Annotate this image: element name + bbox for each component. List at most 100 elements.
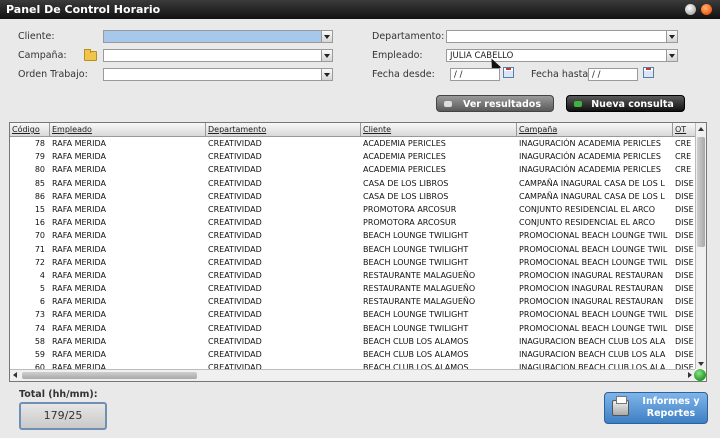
chevron-down-icon[interactable] (321, 69, 332, 80)
fecha-desde-input[interactable]: / / (450, 68, 500, 81)
cell-departamento: CREATIVIDAD (208, 284, 262, 294)
cell-ot: DISE (675, 310, 694, 320)
cell-empleado: RAFA MERIDA (52, 204, 106, 214)
table-row[interactable]: 72 RAFA MERIDA CREATIVIDAD BEACH LOUNGE TWI… (10, 256, 695, 269)
vertical-scroll-thumb[interactable] (697, 137, 705, 247)
cell-cliente: PROMOTORA ARCOSUR (363, 218, 457, 228)
table-row[interactable]: 79 RAFA MERIDA CREATIVIDAD ACADEMIA PERICLE… (10, 150, 695, 163)
nueva-consulta-button[interactable]: Nueva consulta (566, 95, 685, 112)
cell-campana: PROMOCION INAGURAL RESTAURAN (519, 284, 664, 294)
cell-departamento: CREATIVIDAD (208, 297, 262, 307)
fecha-hasta-value: / / (592, 70, 601, 80)
folder-icon[interactable] (84, 49, 97, 61)
table-row[interactable]: 74 RAFA MERIDA CREATIVIDAD BEACH LOUNGE TWI… (10, 322, 695, 335)
calendar-icon[interactable] (643, 67, 654, 78)
cell-empleado: RAFA MERIDA (52, 336, 106, 346)
chevron-down-icon[interactable] (321, 31, 332, 42)
cell-empleado: RAFA MERIDA (52, 152, 106, 162)
cell-empleado: RAFA MERIDA (52, 257, 106, 267)
cell-cliente: BEACH LOUNGE TWILIGHT (363, 257, 469, 267)
table-row[interactable]: 71 RAFA MERIDA CREATIVIDAD BEACH LOUNGE TWI… (10, 243, 695, 256)
table-row[interactable]: 73 RAFA MERIDA CREATIVIDAD BEACH LOUNGE TWI… (10, 308, 695, 321)
cell-ot: DISE (675, 350, 694, 359)
cell-ot: DISE (675, 270, 694, 280)
cell-departamento: CREATIVIDAD (208, 350, 262, 359)
chevron-down-icon[interactable] (321, 50, 332, 61)
table-row[interactable]: 59 RAFA MERIDA CREATIVIDAD BEACH CLUB LOS A… (10, 348, 695, 361)
column-header-cliente[interactable]: Cliente (361, 123, 517, 136)
total-value-box: 179/25 (19, 402, 107, 430)
cell-departamento: CREATIVIDAD (208, 165, 262, 175)
cell-codigo: 72 (34, 257, 45, 267)
table-row[interactable]: 78 RAFA MERIDA CREATIVIDAD ACADEMIA PERICLE… (10, 137, 695, 150)
cell-campana: PROMOCION INAGURAL RESTAURAN (519, 270, 664, 280)
horizontal-scrollbar[interactable] (10, 369, 695, 381)
campana-select[interactable] (103, 49, 333, 62)
results-table[interactable]: Código Empleado Departamento Cliente Cam… (9, 122, 707, 382)
cell-ot: DISE (675, 231, 694, 241)
empleado-select[interactable]: JULIA CABELLO (446, 49, 678, 62)
window-title: Panel De Control Horario (6, 3, 161, 16)
ver-resultados-button[interactable]: Ver resultados (436, 95, 554, 112)
cell-codigo: 74 (34, 323, 45, 333)
scroll-up-icon[interactable] (698, 127, 704, 131)
cell-empleado: RAFA MERIDA (52, 310, 106, 320)
ver-resultados-label: Ver resultados (462, 99, 541, 110)
cell-cliente: PROMOTORA ARCOSUR (363, 204, 457, 214)
cliente-select[interactable] (103, 30, 333, 43)
cell-campana: PROMOCIONAL BEACH LOUNGE TWIL (519, 257, 668, 267)
cell-campana: INAGURACIÓN ACADEMIA PERICLES (519, 139, 661, 148)
fecha-hasta-input[interactable]: / / (588, 68, 638, 81)
column-header-campana[interactable]: Campaña (517, 123, 673, 136)
cell-empleado: RAFA MERIDA (52, 218, 106, 228)
column-header-ot[interactable]: OT (673, 123, 695, 136)
table-row[interactable]: 85 RAFA MERIDA CREATIVIDAD CASA DE LOS LIBR… (10, 177, 695, 190)
scroll-right-icon[interactable] (688, 372, 692, 378)
chevron-down-icon[interactable] (666, 50, 677, 61)
column-header-departamento[interactable]: Departamento (206, 123, 361, 136)
column-header-codigo[interactable]: Código (10, 123, 50, 136)
cell-empleado: RAFA MERIDA (52, 244, 106, 254)
table-row[interactable]: 16 RAFA MERIDA CREATIVIDAD PROMOTORA ARCOSU… (10, 216, 695, 229)
close-icon[interactable] (701, 4, 712, 15)
cell-cliente: ACADEMIA PERICLES (363, 152, 446, 162)
informes-reportes-button[interactable]: Informes y Reportes (604, 392, 708, 424)
table-row[interactable]: 15 RAFA MERIDA CREATIVIDAD PROMOTORA ARCOSU… (10, 203, 695, 216)
orden-trabajo-select[interactable] (103, 68, 333, 81)
cell-cliente: BEACH LOUNGE TWILIGHT (363, 231, 469, 241)
cell-codigo: 79 (34, 152, 45, 162)
cell-codigo: 6 (39, 297, 45, 307)
calendar-icon[interactable] (503, 67, 514, 78)
cell-ot: DISE (675, 178, 694, 188)
cell-cliente: BEACH CLUB LOS ALAMOS (363, 350, 469, 359)
table-row[interactable]: 5 RAFA MERIDA CREATIVIDAD RESTAURANTE MALAG… (10, 282, 695, 295)
cell-departamento: CREATIVIDAD (208, 257, 262, 267)
table-row[interactable]: 70 RAFA MERIDA CREATIVIDAD BEACH LOUNGE TWI… (10, 229, 695, 242)
scroll-left-icon[interactable] (13, 372, 17, 378)
cell-codigo: 16 (34, 218, 45, 228)
cell-empleado: RAFA MERIDA (52, 165, 106, 175)
nueva-consulta-label: Nueva consulta (591, 99, 674, 110)
cell-ot: DISE (675, 191, 694, 201)
scroll-down-icon[interactable] (698, 362, 704, 366)
cell-codigo: 71 (34, 244, 45, 254)
window-title-bar: Panel De Control Horario (0, 0, 720, 19)
column-header-empleado[interactable]: Empleado (50, 123, 206, 136)
cell-departamento: CREATIVIDAD (208, 270, 262, 280)
vertical-scrollbar[interactable] (695, 123, 706, 369)
cell-empleado: RAFA MERIDA (52, 323, 106, 333)
table-row[interactable]: 80 RAFA MERIDA CREATIVIDAD ACADEMIA PERICLE… (10, 163, 695, 176)
cell-departamento: CREATIVIDAD (208, 204, 262, 214)
refresh-icon[interactable] (694, 369, 706, 381)
cell-cliente: CASA DE LOS LIBROS (363, 178, 449, 188)
minimize-icon[interactable] (685, 4, 696, 15)
table-row[interactable]: 4 RAFA MERIDA CREATIVIDAD RESTAURANTE MALAG… (10, 269, 695, 282)
table-row[interactable]: 6 RAFA MERIDA CREATIVIDAD RESTAURANTE MALAG… (10, 295, 695, 308)
table-row[interactable]: 86 RAFA MERIDA CREATIVIDAD CASA DE LOS LIBR… (10, 190, 695, 203)
chevron-down-icon[interactable] (666, 31, 677, 42)
departamento-select[interactable] (446, 30, 678, 43)
cell-campana: PROMOCIONAL BEACH LOUNGE TWIL (519, 323, 668, 333)
table-row[interactable]: 58 RAFA MERIDA CREATIVIDAD BEACH CLUB LOS A… (10, 335, 695, 348)
horizontal-scroll-thumb[interactable] (22, 372, 197, 379)
departamento-label: Departamento: (372, 31, 445, 42)
